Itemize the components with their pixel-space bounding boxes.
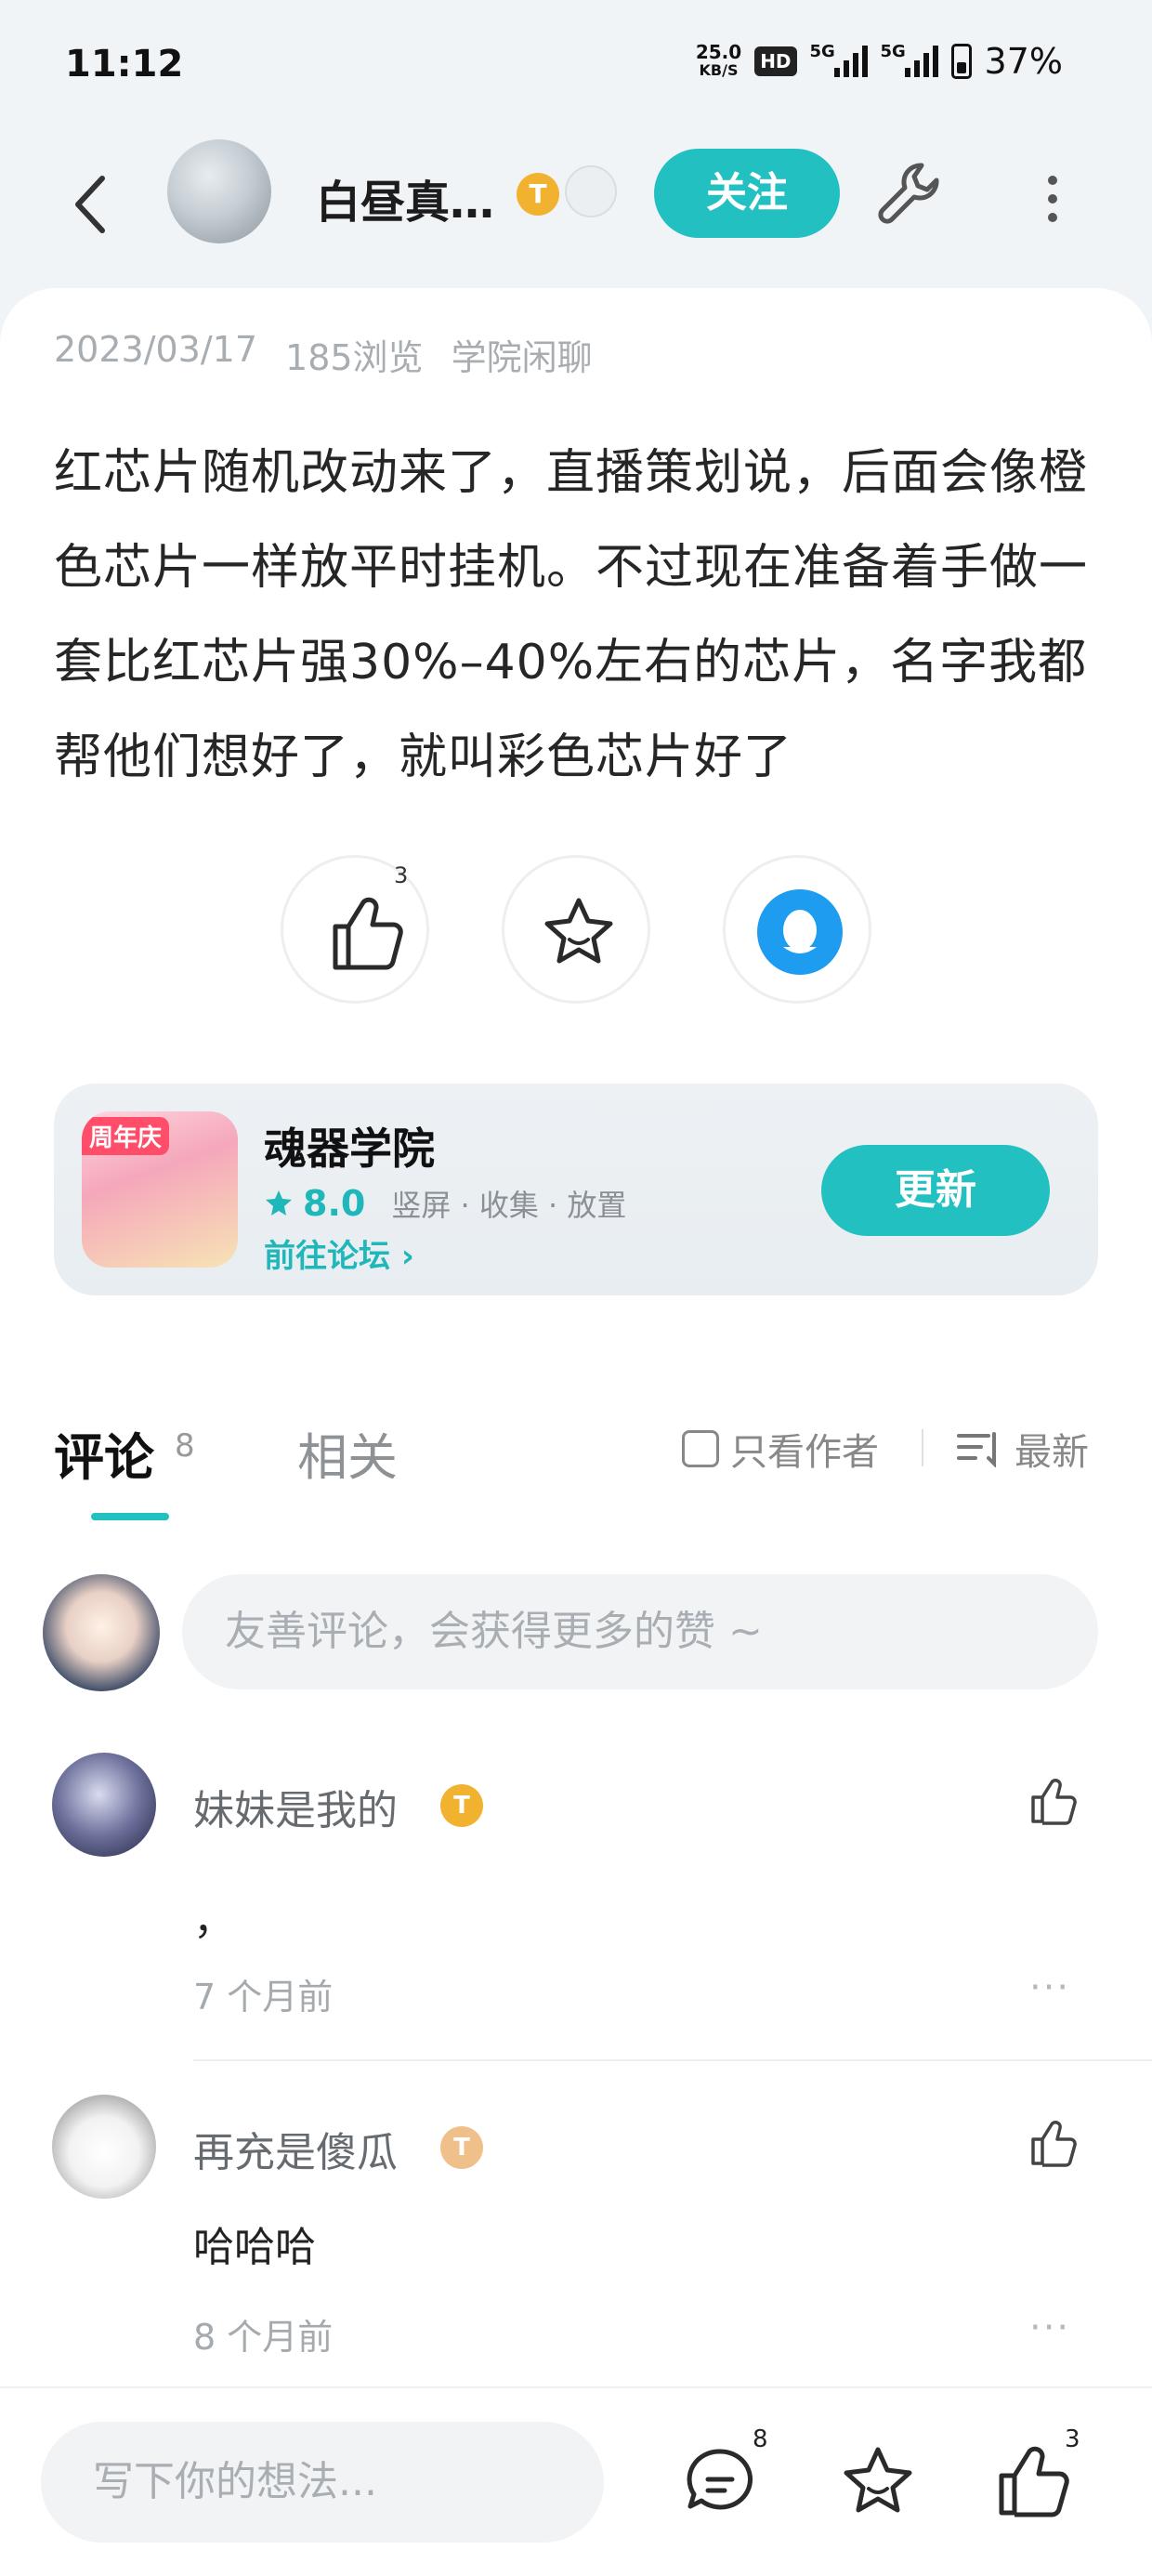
thought-input[interactable]: 写下你的想法... bbox=[41, 2422, 604, 2543]
post-date: 2023/03/17 bbox=[54, 329, 258, 370]
post-category[interactable]: 学院闲聊 bbox=[452, 329, 593, 380]
comment-text: ， bbox=[193, 1897, 234, 1944]
author-decoration-avatar bbox=[565, 165, 617, 217]
sort-label: 最新 bbox=[1015, 1431, 1089, 1474]
forum-link-label: 前往论坛 bbox=[264, 1238, 390, 1275]
game-tags: 竖屏 · 收集 · 放置 bbox=[391, 1188, 627, 1223]
star-icon bbox=[544, 898, 613, 964]
author-only-toggle[interactable]: 只看作者 bbox=[682, 1422, 879, 1476]
post-body: 红芯片随机改动来了，直播策划说，后面会像橙色芯片一样放平时挂机。不过现在准备着手… bbox=[54, 445, 1089, 785]
post-header: 白昼真… T 关注 bbox=[0, 130, 1152, 279]
comment-more-icon[interactable]: ··· bbox=[1029, 2307, 1070, 2349]
sort-icon bbox=[957, 1432, 996, 1467]
game-title[interactable]: 魂器学院 bbox=[264, 1115, 435, 1176]
comments-section: 评论 8 相关 只看作者 最新 友善评论，会获得更多的赞 ~ 妹妹是我的 T ，… bbox=[0, 1364, 1152, 2386]
battery-percent: 37% bbox=[984, 41, 1063, 82]
author-name[interactable]: 白昼真… bbox=[316, 165, 494, 230]
comment-input[interactable]: 友善评论，会获得更多的赞 ~ bbox=[182, 1574, 1098, 1689]
anniversary-ribbon: 周年庆 bbox=[82, 1117, 170, 1155]
network-speed: 25.0 KB/S bbox=[696, 43, 741, 80]
game-icon[interactable]: 周年庆 bbox=[82, 1111, 238, 1268]
rating-score: 8.0 bbox=[303, 1183, 366, 1224]
post-card: 2023/03/17 185浏览 学院闲聊 红芯片随机改动来了，直播策划说，后面… bbox=[0, 288, 1152, 1366]
qq-icon bbox=[757, 889, 843, 975]
level-badge-icon: T bbox=[440, 2126, 483, 2169]
comment-like-icon[interactable] bbox=[1026, 1773, 1081, 1829]
follow-button[interactable]: 关注 bbox=[654, 149, 840, 238]
comment-time: 8 个月前 bbox=[193, 2317, 334, 2358]
rating-star-icon bbox=[266, 1190, 292, 1216]
more-options-icon[interactable] bbox=[1039, 171, 1067, 227]
chevron-right-icon: › bbox=[400, 1238, 414, 1275]
commenter-name[interactable]: 妹妹是我的 bbox=[193, 1777, 398, 1836]
level-badge-icon: T bbox=[517, 173, 559, 216]
game-card[interactable]: 周年庆 魂器学院 8.0 竖屏 · 收集 · 放置 前往论坛 › 更新 bbox=[54, 1084, 1098, 1295]
comment-time: 7 个月前 bbox=[193, 1977, 334, 2017]
status-indicators: 25.0 KB/S HD 5G 5G 37% bbox=[696, 41, 1063, 82]
divider bbox=[922, 1429, 923, 1466]
back-arrow-icon[interactable] bbox=[65, 167, 117, 242]
hd-voice-icon: HD bbox=[754, 46, 797, 76]
author-avatar[interactable] bbox=[167, 139, 271, 243]
comment-separator bbox=[193, 2059, 1152, 2061]
wrench-icon[interactable] bbox=[873, 158, 948, 232]
comment-more-icon[interactable]: ··· bbox=[1029, 1966, 1070, 2009]
checkbox-icon[interactable] bbox=[682, 1430, 719, 1467]
thumbs-up-icon[interactable] bbox=[990, 2438, 1074, 2522]
favorite-button[interactable] bbox=[502, 855, 650, 1004]
game-rating: 8.0 竖屏 · 收集 · 放置 bbox=[264, 1182, 626, 1225]
network-speed-value: 25.0 bbox=[695, 41, 742, 63]
sim2-network-tag: 5G bbox=[880, 42, 906, 61]
bottom-action-bar: 写下你的想法... 8 3 bbox=[0, 2386, 1152, 2576]
bottom-comment-count: 8 bbox=[753, 2425, 768, 2453]
post-meta: 2023/03/17 185浏览 学院闲聊 bbox=[54, 329, 593, 380]
signal-icon-sim1: 5G bbox=[810, 42, 868, 77]
tab-indicator bbox=[91, 1513, 169, 1520]
commenter-avatar[interactable] bbox=[52, 1753, 156, 1857]
commenter-avatar[interactable] bbox=[52, 2095, 156, 2199]
post-views: 185浏览 bbox=[285, 337, 424, 378]
star-icon[interactable] bbox=[836, 2440, 920, 2524]
bottom-like-count: 3 bbox=[1065, 2425, 1080, 2453]
tab-comments[interactable]: 评论 bbox=[54, 1416, 154, 1490]
my-avatar[interactable] bbox=[43, 1574, 160, 1691]
like-count: 3 bbox=[394, 862, 409, 888]
comments-count: 8 bbox=[175, 1427, 195, 1465]
status-time: 11:12 bbox=[65, 43, 184, 85]
share-qq-button[interactable] bbox=[723, 855, 871, 1004]
status-bar: 11:12 25.0 KB/S HD 5G 5G 37% bbox=[0, 0, 1152, 130]
commenter-name[interactable]: 再充是傻瓜 bbox=[193, 2119, 398, 2178]
comment-like-icon[interactable] bbox=[1026, 2115, 1081, 2171]
comment-icon[interactable] bbox=[678, 2440, 762, 2524]
signal-icon-sim2: 5G bbox=[881, 42, 938, 77]
comment-text: 哈哈哈 bbox=[193, 2224, 316, 2271]
author-only-label: 只看作者 bbox=[730, 1431, 879, 1474]
sim1-network-tag: 5G bbox=[809, 42, 835, 61]
forum-link[interactable]: 前往论坛 › bbox=[264, 1230, 414, 1276]
sort-button[interactable]: 最新 bbox=[957, 1422, 1089, 1476]
network-speed-unit: KB/S bbox=[699, 61, 739, 79]
update-button[interactable]: 更新 bbox=[821, 1145, 1050, 1236]
tab-related[interactable]: 相关 bbox=[297, 1416, 398, 1490]
battery-icon bbox=[950, 44, 972, 79]
level-badge-icon: T bbox=[440, 1784, 483, 1827]
thumbs-up-icon bbox=[333, 897, 403, 970]
